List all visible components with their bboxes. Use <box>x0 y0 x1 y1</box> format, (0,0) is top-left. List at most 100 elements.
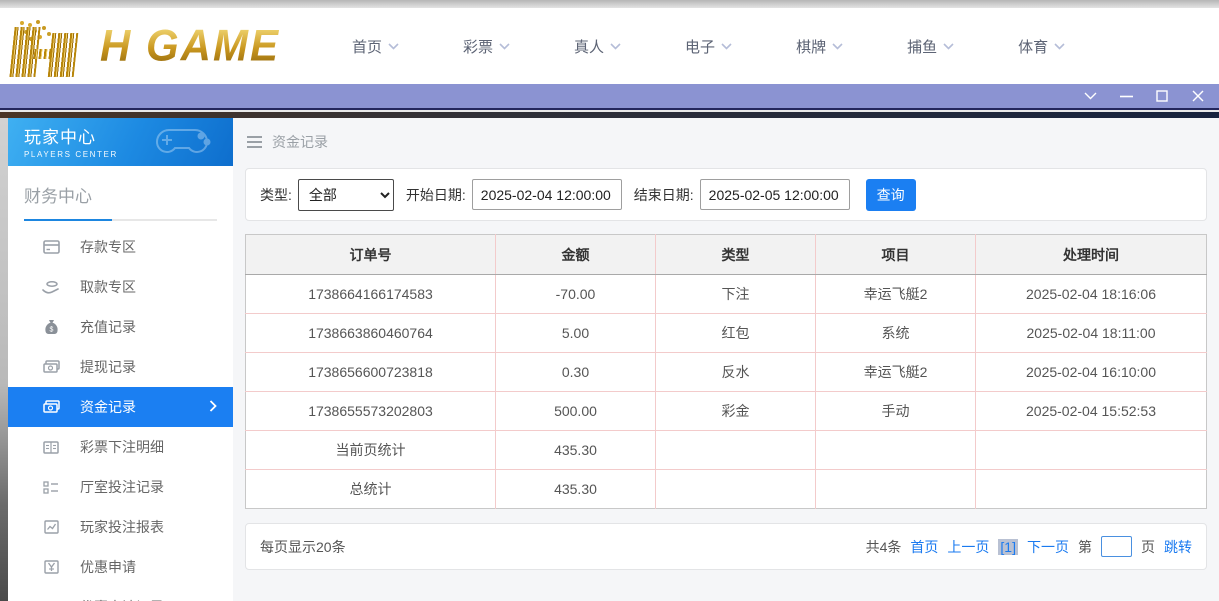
section-underline <box>24 219 217 221</box>
window-dropdown-button[interactable] <box>1081 88 1099 104</box>
table-cell: 幸运飞艇2 <box>816 275 976 314</box>
nav-item-fishing[interactable]: 捕鱼 <box>907 36 954 57</box>
funds-table: 订单号金额类型项目处理时间 1738664166174583-70.00下注幸运… <box>245 234 1207 509</box>
desktop-edge-strip <box>0 118 8 601</box>
sidebar: 玩家中心 PLAYERS CENTER 财务中心 存款专区 取款专区 $ 充值记… <box>8 118 233 601</box>
search-button[interactable]: 查询 <box>866 179 916 211</box>
table-cell: 2025-02-04 18:11:00 <box>976 314 1207 353</box>
table-cell <box>976 431 1207 470</box>
close-button[interactable] <box>1189 88 1207 104</box>
table-row: 总统计435.30 <box>246 470 1207 509</box>
menu-icon[interactable] <box>247 133 262 151</box>
table-row: 17386566007238180.30反水幸运飞艇22025-02-04 16… <box>246 353 1207 392</box>
table-cell: 当前页统计 <box>246 431 496 470</box>
minimize-button[interactable] <box>1117 88 1135 104</box>
book-list-icon <box>42 438 60 456</box>
table-cell <box>976 470 1207 509</box>
logo-mark-icon <box>10 19 106 77</box>
sidebar-menu: 存款专区 取款专区 $ 充值记录 提现记录 资金记录 彩票下注明细 <box>8 227 233 601</box>
sidebar-item-player-bet-report[interactable]: 玩家投注报表 <box>8 507 233 547</box>
desktop-top-strip <box>0 0 1219 8</box>
maximize-button[interactable] <box>1153 88 1171 104</box>
current-page-indicator: [1] <box>998 539 1018 555</box>
table-cell: 下注 <box>656 275 816 314</box>
main-content: 资金记录 类型: 全部 开始日期: 结束日期: 查询 订单号金额类型项目处理时间… <box>233 118 1219 601</box>
funds-table-body: 1738664166174583-70.00下注幸运飞艇22025-02-04 … <box>246 275 1207 509</box>
end-date-label: 结束日期: <box>634 185 694 205</box>
table-header-cell: 订单号 <box>246 235 496 275</box>
end-date-input[interactable] <box>700 179 850 210</box>
jump-suffix-label: 页 <box>1141 537 1155 557</box>
jump-prefix-label: 第 <box>1078 537 1092 557</box>
chevron-down-icon <box>499 43 510 50</box>
hand-money-icon <box>42 278 60 296</box>
money-bag-icon: $ <box>42 318 60 336</box>
chevron-down-icon <box>388 43 399 50</box>
table-cell: 总统计 <box>246 470 496 509</box>
nav-item-cards[interactable]: 棋牌 <box>796 36 843 57</box>
sidebar-item-lottery-bet-detail[interactable]: 彩票下注明细 <box>8 427 233 467</box>
wallet-icon <box>42 398 60 416</box>
total-count: 共4条 <box>866 537 902 557</box>
nav-item-home[interactable]: 首页 <box>352 36 399 57</box>
table-cell: 5.00 <box>496 314 656 353</box>
finance-center-heading: 财务中心 <box>24 182 217 207</box>
table-row: 当前页统计435.30 <box>246 431 1207 470</box>
table-header-cell: 类型 <box>656 235 816 275</box>
type-select[interactable]: 全部 <box>298 179 394 211</box>
logo: H GAME <box>10 8 280 84</box>
table-cell <box>816 470 976 509</box>
sidebar-item-recharge-record[interactable]: $ 充值记录 <box>8 307 233 347</box>
table-row: 1738655573202803500.00彩金手动2025-02-04 15:… <box>246 392 1207 431</box>
table-cell: 1738656600723818 <box>246 353 496 392</box>
prev-page-link[interactable]: 上一页 <box>947 537 989 557</box>
nav-item-slots[interactable]: 电子 <box>685 36 732 57</box>
table-cell: 1738664166174583 <box>246 275 496 314</box>
sidebar-item-funds-record[interactable]: 资金记录 <box>8 387 233 427</box>
filter-panel: 类型: 全部 开始日期: 结束日期: 查询 <box>245 168 1207 221</box>
nav-item-lottery[interactable]: 彩票 <box>463 36 510 57</box>
chevron-right-icon <box>209 399 217 415</box>
table-row: 17386638604607645.00红包系统2025-02-04 18:11… <box>246 314 1207 353</box>
table-header-cell: 项目 <box>816 235 976 275</box>
site-header: H GAME 首页 彩票 真人 电子 棋牌 捕鱼 体育 <box>0 8 1219 84</box>
first-page-link[interactable]: 首页 <box>910 537 938 557</box>
top-nav: 首页 彩票 真人 电子 棋牌 捕鱼 体育 <box>352 36 1065 57</box>
nav-item-live[interactable]: 真人 <box>574 36 621 57</box>
sidebar-item-withdraw-zone[interactable]: 取款专区 <box>8 267 233 307</box>
gamepad-icon <box>151 122 223 166</box>
jump-link[interactable]: 跳转 <box>1164 537 1192 557</box>
svg-text:$: $ <box>49 327 53 334</box>
next-page-link[interactable]: 下一页 <box>1027 537 1069 557</box>
nav-item-sports[interactable]: 体育 <box>1018 36 1065 57</box>
table-header-cell: 金额 <box>496 235 656 275</box>
sidebar-item-withdraw-record[interactable]: 提现记录 <box>8 347 233 387</box>
table-cell: 435.30 <box>496 470 656 509</box>
per-page-text: 每页显示20条 <box>260 537 346 557</box>
start-date-label: 开始日期: <box>406 185 466 205</box>
table-cell: 反水 <box>656 353 816 392</box>
funds-table-wrap: 订单号金额类型项目处理时间 1738664166174583-70.00下注幸运… <box>245 234 1207 509</box>
table-cell: 红包 <box>656 314 816 353</box>
window-titlebar <box>0 84 1219 110</box>
sidebar-item-promo-apply-record[interactable]: 优惠申请记录 <box>8 587 233 601</box>
jump-page-input[interactable] <box>1101 536 1132 557</box>
table-cell <box>656 470 816 509</box>
start-date-input[interactable] <box>472 179 622 210</box>
app-window: 玩家中心 PLAYERS CENTER 财务中心 存款专区 取款专区 $ 充值记… <box>8 118 1219 601</box>
table-cell: 手动 <box>816 392 976 431</box>
logo-dots <box>20 21 24 25</box>
sidebar-item-deposit-zone[interactable]: 存款专区 <box>8 227 233 267</box>
sidebar-item-promo-apply[interactable]: 优惠申请 <box>8 547 233 587</box>
table-cell: 1738663860460764 <box>246 314 496 353</box>
logo-text: H GAME <box>100 21 280 71</box>
sidebar-item-hall-bet-record[interactable]: 厅室投注记录 <box>8 467 233 507</box>
table-cell <box>656 431 816 470</box>
table-cell: 2025-02-04 16:10:00 <box>976 353 1207 392</box>
table-cell: 系统 <box>816 314 976 353</box>
table-cell: 435.30 <box>496 431 656 470</box>
chevron-down-icon <box>1054 43 1065 50</box>
chevron-down-icon <box>721 43 732 50</box>
sidebar-header: 玩家中心 PLAYERS CENTER <box>8 118 233 166</box>
pagination-panel: 每页显示20条 共4条 首页 上一页 [1] 下一页 第 页 跳转 <box>245 523 1207 570</box>
